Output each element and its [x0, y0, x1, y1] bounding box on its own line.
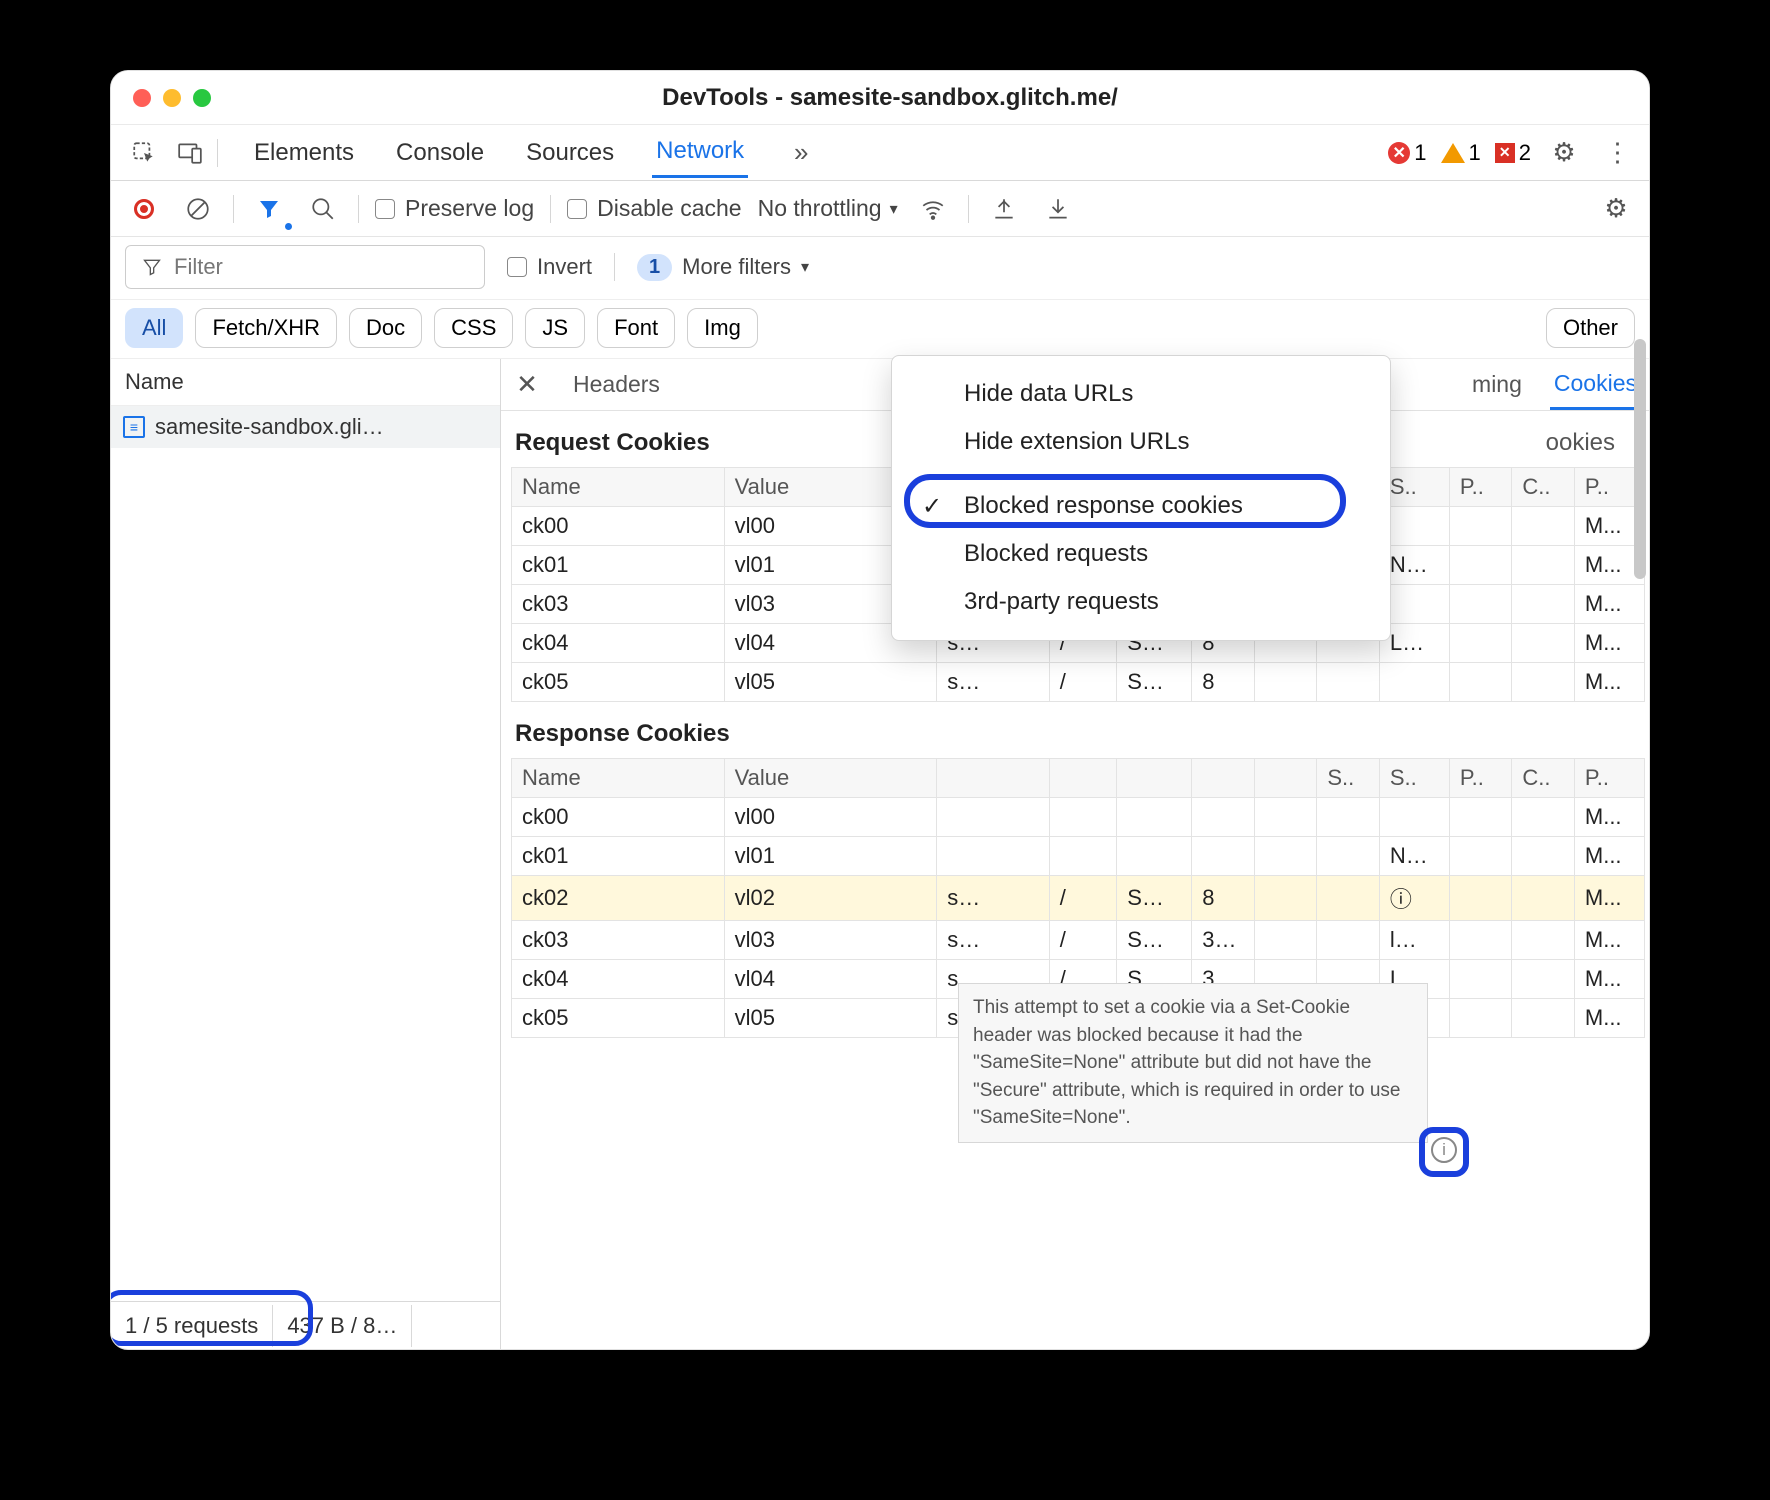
filter-row: Filter Invert 1 More filters ▾: [111, 237, 1649, 300]
window-title: DevTools - samesite-sandbox.glitch.me/: [211, 84, 1649, 112]
type-filter-js[interactable]: JS: [525, 308, 585, 348]
cookie-blocked-tooltip: This attempt to set a cookie via a Set-C…: [958, 983, 1428, 1143]
close-detail-icon[interactable]: ✕: [509, 369, 545, 400]
tab-elements[interactable]: Elements: [250, 129, 358, 177]
filter-toggle-icon[interactable]: [250, 190, 288, 228]
table-row[interactable]: ck01vl01N…M...: [512, 837, 1645, 876]
import-har-icon[interactable]: [985, 190, 1023, 228]
status-icons: ✕1 1 ✕2 ⚙ ⋮: [1388, 134, 1635, 172]
response-cookies-title: Response Cookies: [501, 702, 1649, 758]
detail-tab-cookies[interactable]: Cookies: [1550, 360, 1641, 410]
annotation-ring: [1419, 1127, 1469, 1177]
settings-icon[interactable]: ⚙: [1545, 134, 1583, 172]
network-settings-icon[interactable]: ⚙: [1597, 190, 1635, 228]
menu-item-3rd-party-requests[interactable]: 3rd-party requests: [892, 578, 1390, 626]
search-icon[interactable]: [304, 190, 342, 228]
column-name-header[interactable]: Name: [111, 359, 500, 406]
type-filter-font[interactable]: Font: [597, 308, 675, 348]
more-filters-menu: Hide data URLs Hide extension URLs Block…: [891, 355, 1391, 641]
kebab-menu-icon[interactable]: ⋮: [1597, 134, 1635, 172]
menu-item-blocked-requests[interactable]: Blocked requests: [892, 530, 1390, 578]
titlebar: DevTools - samesite-sandbox.glitch.me/: [111, 71, 1649, 125]
detail-tab-timing[interactable]: ming: [1472, 371, 1522, 398]
maximize-window-icon[interactable]: [193, 89, 211, 107]
type-filter-all[interactable]: All: [125, 308, 183, 348]
close-window-icon[interactable]: [133, 89, 151, 107]
table-row[interactable]: ck00vl00M...: [512, 798, 1645, 837]
table-row[interactable]: ck03vl03s…/S…3…l…M...: [512, 921, 1645, 960]
window-controls: [111, 89, 211, 107]
type-filter-doc[interactable]: Doc: [349, 308, 422, 348]
disable-cache-checkbox[interactable]: Disable cache: [567, 195, 741, 222]
panel-tabs: Elements Console Sources Network »: [250, 127, 1380, 178]
more-filters-button[interactable]: 1 More filters ▾: [637, 254, 809, 281]
chevron-down-icon: ▾: [801, 257, 809, 277]
minimize-window-icon[interactable]: [163, 89, 181, 107]
annotation-ring: [111, 1290, 313, 1346]
panel-tab-row: Elements Console Sources Network » ✕1 1 …: [111, 125, 1649, 181]
type-filter-fetchxhr[interactable]: Fetch/XHR: [195, 308, 337, 348]
detail-tab-headers[interactable]: Headers: [573, 371, 660, 398]
scrollbar[interactable]: [1634, 339, 1646, 579]
type-filter-img[interactable]: Img: [687, 308, 758, 348]
export-har-icon[interactable]: [1039, 190, 1077, 228]
device-toggle-icon[interactable]: [171, 134, 209, 172]
network-toolbar: Preserve log Disable cache No throttling…: [111, 181, 1649, 237]
status-bar: 1 / 5 requests 437 B / 8…: [111, 1301, 500, 1349]
tab-sources[interactable]: Sources: [522, 129, 618, 177]
issues-badge[interactable]: ✕2: [1495, 140, 1531, 166]
tab-network[interactable]: Network: [652, 127, 748, 178]
type-filter-css[interactable]: CSS: [434, 308, 513, 348]
warnings-badge[interactable]: 1: [1441, 140, 1481, 166]
network-conditions-icon[interactable]: [914, 190, 952, 228]
devtools-window: DevTools - samesite-sandbox.glitch.me/ E…: [110, 70, 1650, 1350]
table-row[interactable]: ck02vl02s…/S…8ⓘM...: [512, 876, 1645, 921]
errors-badge[interactable]: ✕1: [1388, 140, 1426, 166]
menu-item-hide-ext-urls[interactable]: Hide extension URLs: [892, 418, 1390, 466]
document-icon: ≡: [123, 416, 145, 438]
preserve-log-checkbox[interactable]: Preserve log: [375, 195, 534, 222]
type-filter-other[interactable]: Other: [1546, 308, 1635, 348]
show-filtered-label: ookies: [1546, 429, 1635, 457]
table-header-row[interactable]: Name Value S..S.. P..C.. P..: [512, 759, 1645, 798]
filter-input[interactable]: Filter: [125, 245, 485, 289]
record-icon[interactable]: [125, 190, 163, 228]
menu-item-hide-data-urls[interactable]: Hide data URLs: [892, 370, 1390, 418]
inspect-icon[interactable]: [125, 134, 163, 172]
more-tabs-icon[interactable]: »: [782, 134, 820, 172]
request-list: Name ≡ samesite-sandbox.gli… 1 / 5 reque…: [111, 359, 501, 1349]
tab-console[interactable]: Console: [392, 129, 488, 177]
invert-checkbox[interactable]: Invert: [507, 254, 592, 280]
menu-item-blocked-response-cookies[interactable]: Blocked response cookies: [892, 482, 1390, 530]
clear-icon[interactable]: [179, 190, 217, 228]
throttling-select[interactable]: No throttling▾: [758, 195, 898, 222]
request-row[interactable]: ≡ samesite-sandbox.gli…: [111, 406, 500, 448]
type-filter-row: All Fetch/XHR Doc CSS JS Font Img Other: [111, 300, 1649, 359]
table-row[interactable]: ck05vl05s…/S…8M...: [512, 663, 1645, 702]
